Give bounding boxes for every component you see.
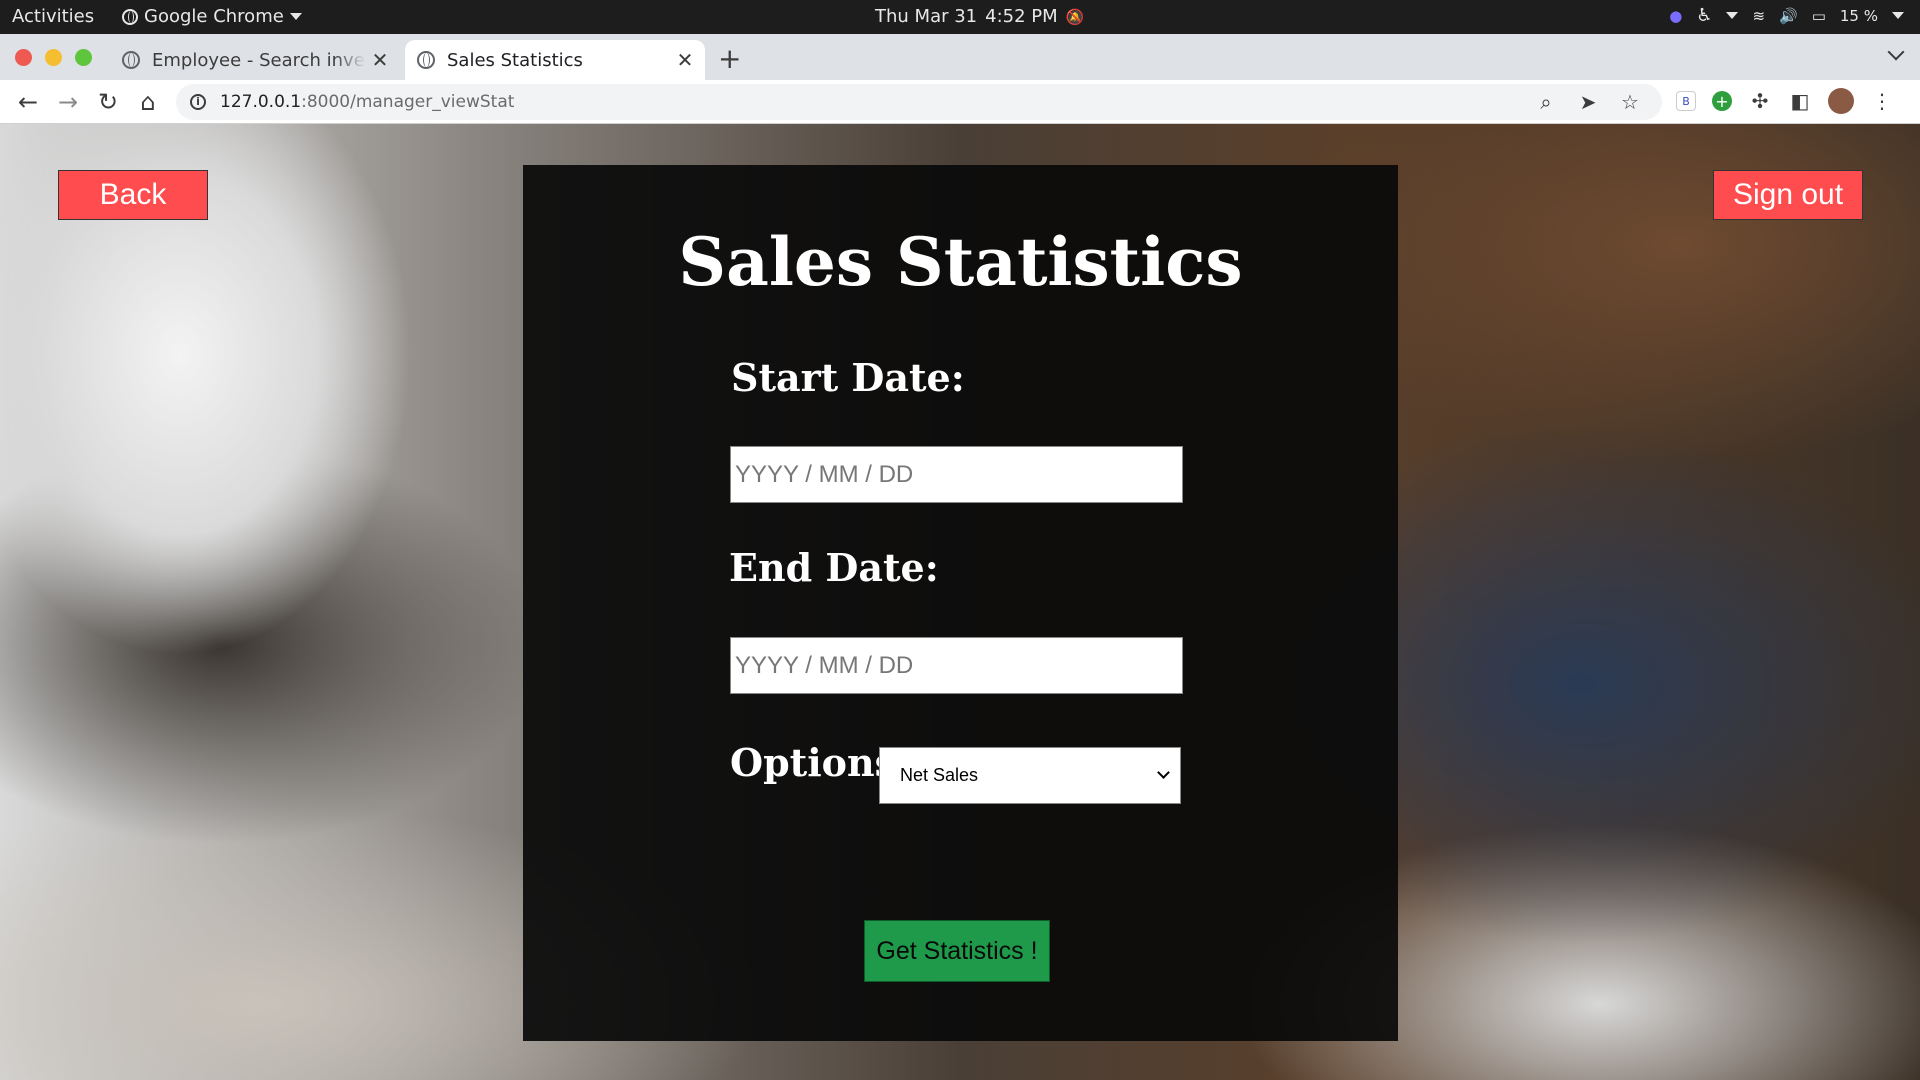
- close-icon[interactable]: ✕: [671, 48, 699, 72]
- new-tab-button[interactable]: +: [718, 42, 741, 75]
- sign-out-button[interactable]: Sign out: [1713, 170, 1863, 220]
- url-path: :8000/manager_viewStat: [301, 92, 515, 112]
- chrome-app-icon: [122, 8, 138, 25]
- activities-button[interactable]: Activities: [12, 6, 94, 27]
- chevron-down-icon: [1157, 766, 1170, 779]
- close-icon[interactable]: ✕: [366, 48, 394, 72]
- chevron-down-icon: [1892, 12, 1904, 19]
- minimize-window-button[interactable]: [45, 49, 62, 66]
- profile-avatar[interactable]: [1828, 88, 1854, 114]
- tab-sales-statistics[interactable]: Sales Statistics ✕: [405, 40, 705, 80]
- accessibility-icon[interactable]: ♿: [1696, 5, 1712, 26]
- forward-arrow-icon[interactable]: →: [54, 88, 82, 116]
- options-select[interactable]: Net Sales: [879, 747, 1181, 804]
- omnibox-actions: ⌕ ➤ ☆: [1534, 90, 1642, 114]
- statistics-form-card: Sales Statistics Start Date: End Date: O…: [523, 165, 1398, 1041]
- tab-strip: Employee - Search inventory ✕ Sales Stat…: [0, 34, 1920, 80]
- options-selected-value: Net Sales: [900, 765, 979, 785]
- address-bar[interactable]: i 127.0.0.1:8000/manager_viewStat ⌕ ➤ ☆: [176, 84, 1662, 120]
- clock-date: Thu Mar 31: [875, 6, 978, 27]
- page-viewport: Back Sign out Sales Statistics Start Dat…: [0, 124, 1920, 1080]
- notifications-off-icon: 🔕: [1065, 7, 1085, 26]
- start-date-label: Start Date:: [731, 355, 965, 400]
- back-arrow-icon[interactable]: ←: [14, 88, 42, 116]
- close-window-button[interactable]: [15, 49, 32, 66]
- screen-share-icon: ●: [1669, 6, 1683, 25]
- back-button[interactable]: Back: [58, 170, 208, 220]
- chevron-down-icon: [1726, 12, 1739, 19]
- system-tray[interactable]: ● ♿ ≋ 🔊 ▭ 15 %: [1669, 5, 1904, 26]
- tab-title: Employee - Search inventory: [152, 49, 366, 71]
- bookmark-star-icon[interactable]: ☆: [1618, 90, 1642, 114]
- puzzle-icon[interactable]: ✣: [1748, 89, 1772, 113]
- reload-icon[interactable]: ↻: [94, 88, 122, 116]
- wifi-icon: ≋: [1752, 6, 1766, 25]
- end-date-label: End Date:: [729, 545, 939, 590]
- volume-icon: 🔊: [1779, 6, 1798, 25]
- page-title: Sales Statistics: [678, 223, 1243, 301]
- maximize-window-button[interactable]: [75, 49, 92, 66]
- end-date-input[interactable]: [730, 637, 1183, 694]
- system-top-bar: Activities Google Chrome Thu Mar 31 4:52…: [0, 0, 1920, 34]
- zoom-icon[interactable]: ⌕: [1534, 90, 1558, 114]
- tab-employee-search[interactable]: Employee - Search inventory ✕: [110, 40, 400, 80]
- battery-level: 15 %: [1839, 6, 1878, 25]
- app-menu-label: Google Chrome: [144, 6, 284, 27]
- browser-toolbar: ← → ↻ ⌂ i 127.0.0.1:8000/manager_viewSta…: [0, 80, 1920, 124]
- home-icon[interactable]: ⌂: [134, 88, 162, 116]
- app-menu[interactable]: Google Chrome: [122, 6, 302, 27]
- send-icon[interactable]: ➤: [1576, 90, 1600, 114]
- start-date-input[interactable]: [730, 446, 1183, 503]
- side-panel-icon[interactable]: ◧: [1788, 89, 1812, 113]
- tab-title: Sales Statistics: [447, 49, 583, 71]
- extension-plus-icon[interactable]: +: [1712, 91, 1732, 111]
- get-statistics-button[interactable]: Get Statistics !: [864, 920, 1050, 982]
- battery-icon: ▭: [1811, 6, 1826, 25]
- url-host: 127.0.0.1: [220, 92, 302, 112]
- clock[interactable]: Thu Mar 31 4:52 PM 🔕: [875, 6, 1084, 27]
- tab-search-icon[interactable]: [1887, 43, 1905, 61]
- clock-time: 4:52 PM: [985, 6, 1058, 27]
- menu-kebab-icon[interactable]: ⋮: [1870, 89, 1894, 113]
- extension-b-icon[interactable]: B: [1676, 91, 1696, 111]
- url-text[interactable]: 127.0.0.1:8000/manager_viewStat: [220, 92, 514, 112]
- chevron-down-icon: [289, 13, 302, 20]
- globe-icon: [417, 51, 435, 69]
- globe-icon: [122, 51, 140, 69]
- extensions-area: B + ✣ ◧ ⋮: [1676, 88, 1894, 114]
- site-info-icon[interactable]: i: [190, 94, 206, 110]
